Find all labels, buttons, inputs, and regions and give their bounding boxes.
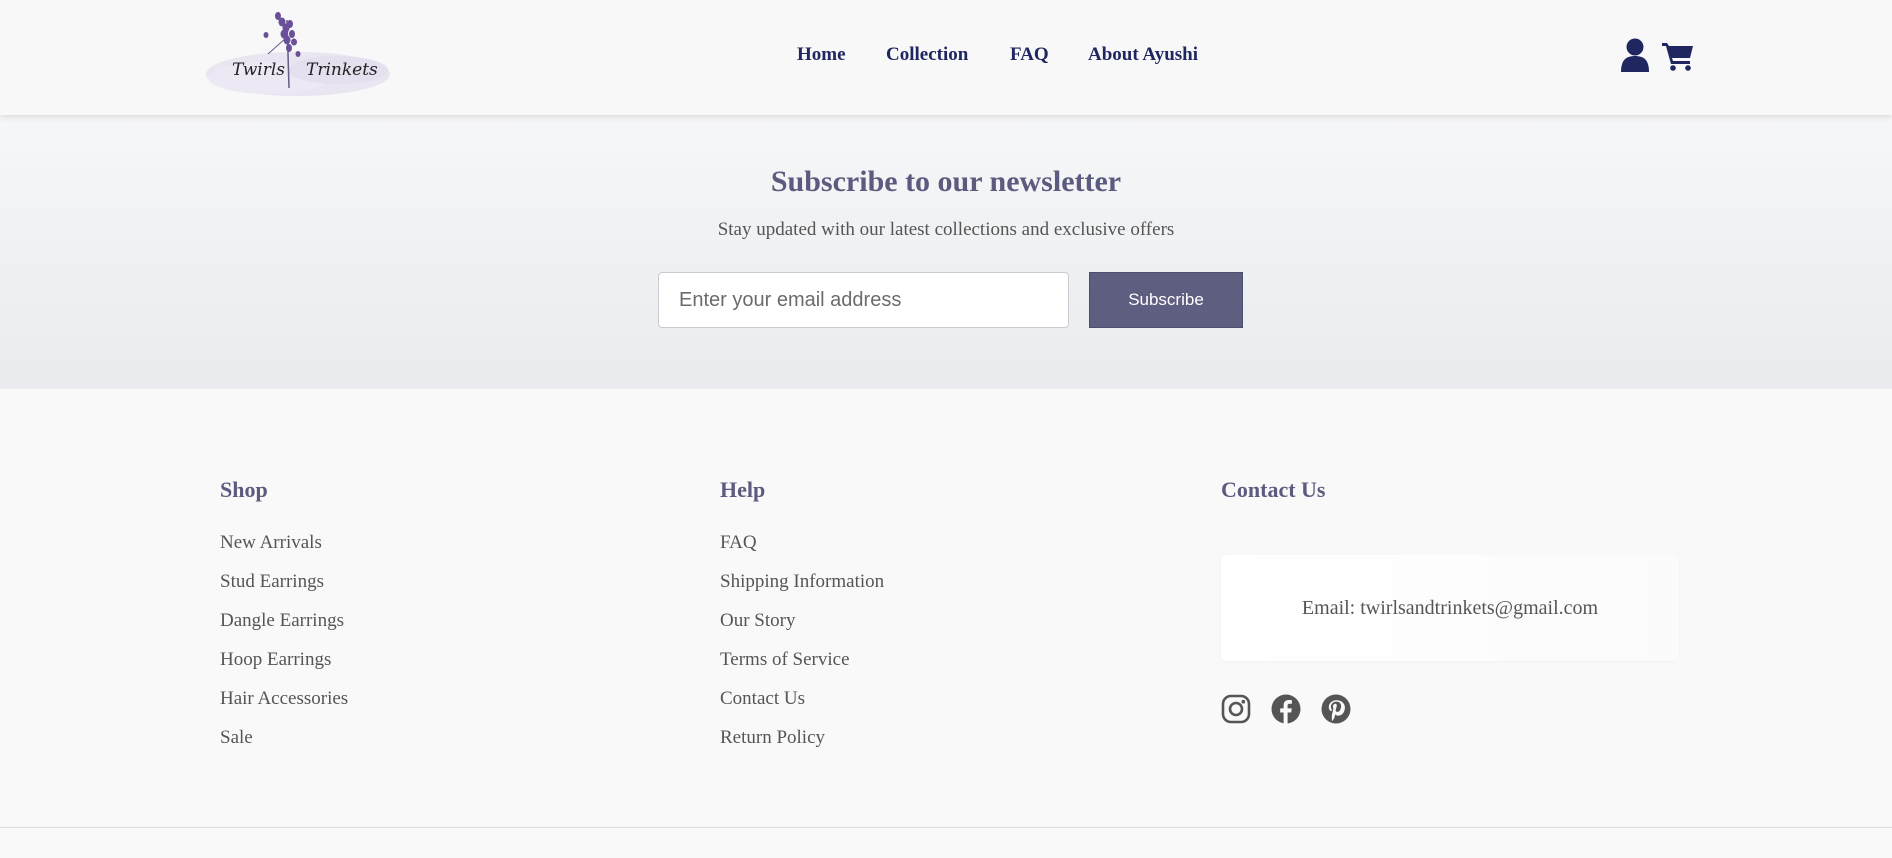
footer-link-item: FAQ xyxy=(720,532,884,571)
pinterest-icon xyxy=(1321,694,1351,724)
footer-link-hair-accessories[interactable]: Hair Accessories xyxy=(220,688,348,709)
cart-icon xyxy=(1662,43,1693,71)
newsletter-section: Subscribe to our newsletter Stay updated… xyxy=(0,115,1892,389)
footer-divider xyxy=(0,827,1892,828)
footer-link-return-policy[interactable]: Return Policy xyxy=(720,727,825,748)
newsletter-email-input[interactable] xyxy=(658,272,1069,328)
main-nav: Home Collection FAQ About Ayushi xyxy=(0,44,1892,70)
footer-link-item: Return Policy xyxy=(720,727,884,766)
footer-link-shipping-information[interactable]: Shipping Information xyxy=(720,571,884,592)
newsletter-title: Subscribe to our newsletter xyxy=(770,165,1122,198)
nav-item-collection[interactable]: Collection xyxy=(886,44,968,66)
footer-link-item: Sale xyxy=(220,727,348,766)
account-button[interactable] xyxy=(1620,38,1650,77)
footer-link-contact-us[interactable]: Contact Us xyxy=(720,688,805,709)
site-header: Twirls Trinkets Home Collection FAQ Abou… xyxy=(0,0,1892,115)
subscribe-button[interactable]: Subscribe xyxy=(1089,272,1243,328)
facebook-link[interactable] xyxy=(1271,694,1301,729)
nav-item-faq[interactable]: FAQ xyxy=(1010,44,1049,66)
footer-link-terms-of-service[interactable]: Terms of Service xyxy=(720,649,850,670)
footer-column-contact: Contact Us xyxy=(1221,477,1326,532)
footer-link-hoop-earrings[interactable]: Hoop Earrings xyxy=(220,649,331,670)
footer-heading-shop: Shop xyxy=(220,477,268,502)
footer-link-item: Shipping Information xyxy=(720,571,884,610)
footer-link-stud-earrings[interactable]: Stud Earrings xyxy=(220,571,324,592)
footer-link-new-arrivals[interactable]: New Arrivals xyxy=(220,532,322,553)
instagram-icon xyxy=(1221,694,1251,724)
footer-link-item: Hair Accessories xyxy=(220,688,348,727)
footer-link-item: Contact Us xyxy=(720,688,884,727)
footer-link-item: Terms of Service xyxy=(720,649,884,688)
footer-link-item: New Arrivals xyxy=(220,532,348,571)
instagram-link[interactable] xyxy=(1221,694,1251,729)
contact-email-text[interactable]: Email: twirlsandtrinkets@gmail.com xyxy=(1302,597,1598,620)
pinterest-link[interactable] xyxy=(1321,694,1351,729)
footer-link-item: Hoop Earrings xyxy=(220,649,348,688)
newsletter-subtitle: Stay updated with our latest collections… xyxy=(717,219,1175,240)
cart-button[interactable] xyxy=(1662,41,1694,76)
user-icon xyxy=(1621,38,1649,72)
contact-email-card: Email: twirlsandtrinkets@gmail.com xyxy=(1221,555,1679,661)
nav-item-about-ayushi[interactable]: About Ayushi xyxy=(1088,44,1198,66)
footer-shop-links: New Arrivals Stud Earrings Dangle Earrin… xyxy=(220,532,348,766)
footer-heading-contact: Contact Us xyxy=(1221,477,1326,502)
footer-link-faq[interactable]: FAQ xyxy=(720,532,757,553)
footer-link-sale[interactable]: Sale xyxy=(220,727,253,748)
footer-link-dangle-earrings[interactable]: Dangle Earrings xyxy=(220,610,344,631)
footer-column-shop: Shop New Arrivals Stud Earrings Dangle E… xyxy=(220,477,348,766)
footer-link-our-story[interactable]: Our Story xyxy=(720,610,795,631)
footer-heading-help: Help xyxy=(720,477,766,502)
nav-item-home[interactable]: Home xyxy=(797,44,846,66)
footer-link-item: Our Story xyxy=(720,610,884,649)
footer-help-links: FAQ Shipping Information Our Story Terms… xyxy=(720,532,884,766)
footer-column-help: Help FAQ Shipping Information Our Story … xyxy=(720,477,884,766)
facebook-icon xyxy=(1271,694,1301,724)
site-footer: Shop New Arrivals Stud Earrings Dangle E… xyxy=(0,389,1892,858)
footer-link-item: Stud Earrings xyxy=(220,571,348,610)
footer-link-item: Dangle Earrings xyxy=(220,610,348,649)
